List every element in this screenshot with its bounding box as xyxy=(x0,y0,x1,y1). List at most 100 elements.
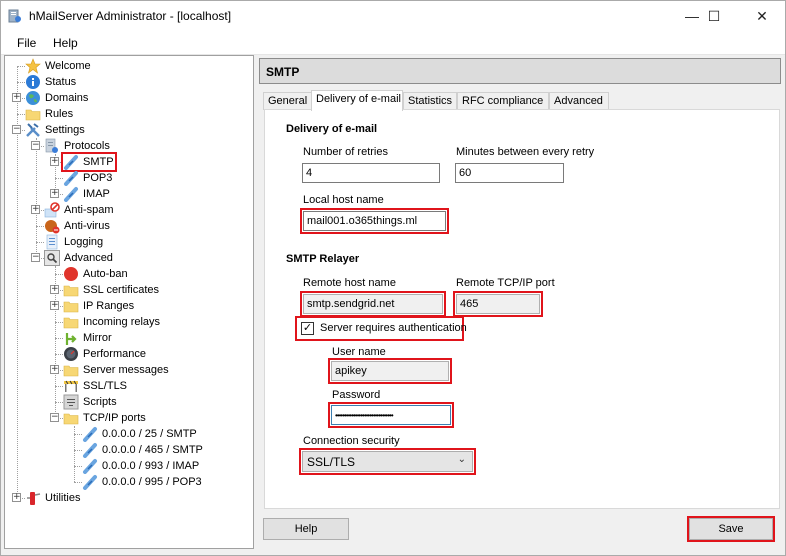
tree-item-ssl-certificates[interactable]: SSL certificates xyxy=(63,282,160,298)
expand-icon[interactable]: + xyxy=(50,301,59,310)
tree-item-0-0-0-0-25-smtp[interactable]: 0.0.0.0 / 25 / SMTP xyxy=(82,426,198,442)
tab-label: General xyxy=(268,95,308,107)
folder-icon xyxy=(63,410,79,426)
tree-item-label: SSL/TLS xyxy=(83,380,128,392)
security-select[interactable]: SSL/TLS ⌄ xyxy=(299,448,476,475)
username-input[interactable]: apikey xyxy=(328,358,452,384)
navigation-tree[interactable]: Welcome Status + Domains Rules − Settings − Prot… xyxy=(4,55,254,549)
retries-input[interactable]: 4 xyxy=(302,163,440,183)
folder-icon xyxy=(63,282,79,298)
tree-item-domains[interactable]: Domains xyxy=(25,90,89,106)
collapse-icon[interactable]: − xyxy=(50,413,59,422)
relayer-section-title: SMTP Relayer xyxy=(286,253,360,265)
expand-icon[interactable]: + xyxy=(50,365,59,374)
tree-item-anti-spam[interactable]: Anti-spam xyxy=(44,202,115,218)
auth-checkbox-row[interactable]: ✓ Server requires authentication xyxy=(295,316,467,341)
save-button[interactable]: Save xyxy=(687,516,775,542)
security-select-value: SSL/TLS xyxy=(307,455,356,469)
tree-item-anti-virus[interactable]: Anti-virus xyxy=(44,218,111,234)
tree-item-auto-ban[interactable]: Auto-ban xyxy=(63,266,129,282)
expand-icon[interactable]: + xyxy=(31,205,40,214)
delivery-section-title: Delivery of e-mail xyxy=(286,123,378,135)
tree-item-utilities[interactable]: Utilities xyxy=(25,490,81,506)
remote-port-input[interactable]: 465 xyxy=(453,291,543,317)
tree-item-label: Utilities xyxy=(45,492,81,504)
check-icon: ✓ xyxy=(302,322,313,334)
tree-item-label: Server messages xyxy=(83,364,169,376)
tree-item-rules[interactable]: Rules xyxy=(25,106,74,122)
expand-icon[interactable]: + xyxy=(50,157,59,166)
tree-item-logging[interactable]: Logging xyxy=(44,234,104,250)
tree-item-label: Performance xyxy=(83,348,146,360)
tree-item-server-messages[interactable]: Server messages xyxy=(63,362,170,378)
auth-checkbox[interactable]: ✓ xyxy=(301,322,314,335)
tree-item-label: 0.0.0.0 / 993 / IMAP xyxy=(102,460,200,472)
collapse-icon[interactable]: − xyxy=(31,141,40,150)
menu-help[interactable]: Help xyxy=(53,36,78,50)
tree-item-smtp[interactable]: SMTP xyxy=(61,152,117,172)
tab-label: RFC compliance xyxy=(462,95,544,107)
remote-host-input[interactable]: smtp.sendgrid.net xyxy=(300,291,446,317)
tree-item-0-0-0-0-993-imap[interactable]: 0.0.0.0 / 993 / IMAP xyxy=(82,458,200,474)
tree-guide-line xyxy=(17,114,25,115)
tree-item-incoming-relays[interactable]: Incoming relays xyxy=(63,314,161,330)
tree-item-label: Logging xyxy=(64,236,104,248)
tree-guide-line xyxy=(55,338,63,339)
tree-guide-line xyxy=(36,138,37,258)
help-button[interactable]: Help xyxy=(263,518,349,540)
tab-general[interactable]: General xyxy=(263,92,312,110)
tab-statistics[interactable]: Statistics xyxy=(403,92,457,110)
maximize-button[interactable]: ☐ xyxy=(691,1,737,31)
tree-item-welcome[interactable]: Welcome xyxy=(25,58,92,74)
tab-rfc-compliance[interactable]: RFC compliance xyxy=(457,92,549,110)
tree-item-pop3[interactable]: POP3 xyxy=(63,170,113,186)
tab-advanced[interactable]: Advanced xyxy=(549,92,609,110)
close-icon: ✕ xyxy=(756,7,768,24)
collapse-icon[interactable]: − xyxy=(31,253,40,262)
tree-item-label: 0.0.0.0 / 25 / SMTP xyxy=(102,428,197,440)
tree-item-ssl-tls[interactable]: SSL/TLS xyxy=(63,378,128,394)
utilities-icon xyxy=(25,490,41,506)
delivery-tab-panel: Delivery of e-mail Number of retries 4 M… xyxy=(264,109,780,509)
tab-delivery[interactable]: Delivery of e-mail xyxy=(311,90,403,111)
tree-item-label: 0.0.0.0 / 995 / POP3 xyxy=(102,476,202,488)
local-host-input[interactable]: mail001.o365things.ml xyxy=(300,208,449,234)
tree-item-tcp-ip-ports[interactable]: TCP/IP ports xyxy=(63,410,147,426)
plug-icon xyxy=(82,442,98,458)
minutes-label: Minutes between every retry xyxy=(456,146,595,158)
tree-item-imap[interactable]: IMAP xyxy=(63,186,111,202)
tree-item-ip-ranges[interactable]: IP Ranges xyxy=(63,298,135,314)
close-button[interactable]: ✕ xyxy=(739,1,785,31)
collapse-icon[interactable]: − xyxy=(12,125,21,134)
password-input[interactable]: •••••••••••••••••••••••••••••••• xyxy=(328,402,454,428)
panel-header: SMTP xyxy=(259,58,781,84)
tree-item-protocols[interactable]: Protocols xyxy=(44,138,111,154)
tree-guide-line xyxy=(74,434,82,435)
tree-guide-line xyxy=(55,402,63,403)
expand-icon[interactable]: + xyxy=(50,285,59,294)
protocols-icon xyxy=(44,138,60,154)
tree-item-advanced[interactable]: Advanced xyxy=(44,250,114,266)
tree-item-label: Rules xyxy=(45,108,74,120)
tree-item-scripts[interactable]: Scripts xyxy=(63,394,118,410)
tree-item-mirror[interactable]: Mirror xyxy=(63,330,113,346)
info-icon xyxy=(25,74,41,90)
anti-spam-icon xyxy=(44,202,60,218)
panel-title: SMTP xyxy=(266,65,300,79)
tree-item-performance[interactable]: Performance xyxy=(63,346,147,362)
magnifier-icon xyxy=(44,250,60,266)
tab-label: Advanced xyxy=(554,95,603,107)
expand-icon[interactable]: + xyxy=(50,189,59,198)
menu-file[interactable]: File xyxy=(17,36,36,50)
minutes-input[interactable]: 60 xyxy=(455,163,564,183)
tree-item-settings[interactable]: Settings xyxy=(25,122,86,138)
tree-guide-line xyxy=(55,274,63,275)
folder-icon xyxy=(63,314,79,330)
tree-item-status[interactable]: Status xyxy=(25,74,77,90)
tree-item-0-0-0-0-465-smtp[interactable]: 0.0.0.0 / 465 / SMTP xyxy=(82,442,204,458)
tree-item-label: SMTP xyxy=(83,156,114,168)
tree-guide-line xyxy=(74,450,82,451)
tree-item-0-0-0-0-995-pop3[interactable]: 0.0.0.0 / 995 / POP3 xyxy=(82,474,203,490)
expand-icon[interactable]: + xyxy=(12,493,21,502)
expand-icon[interactable]: + xyxy=(12,93,21,102)
